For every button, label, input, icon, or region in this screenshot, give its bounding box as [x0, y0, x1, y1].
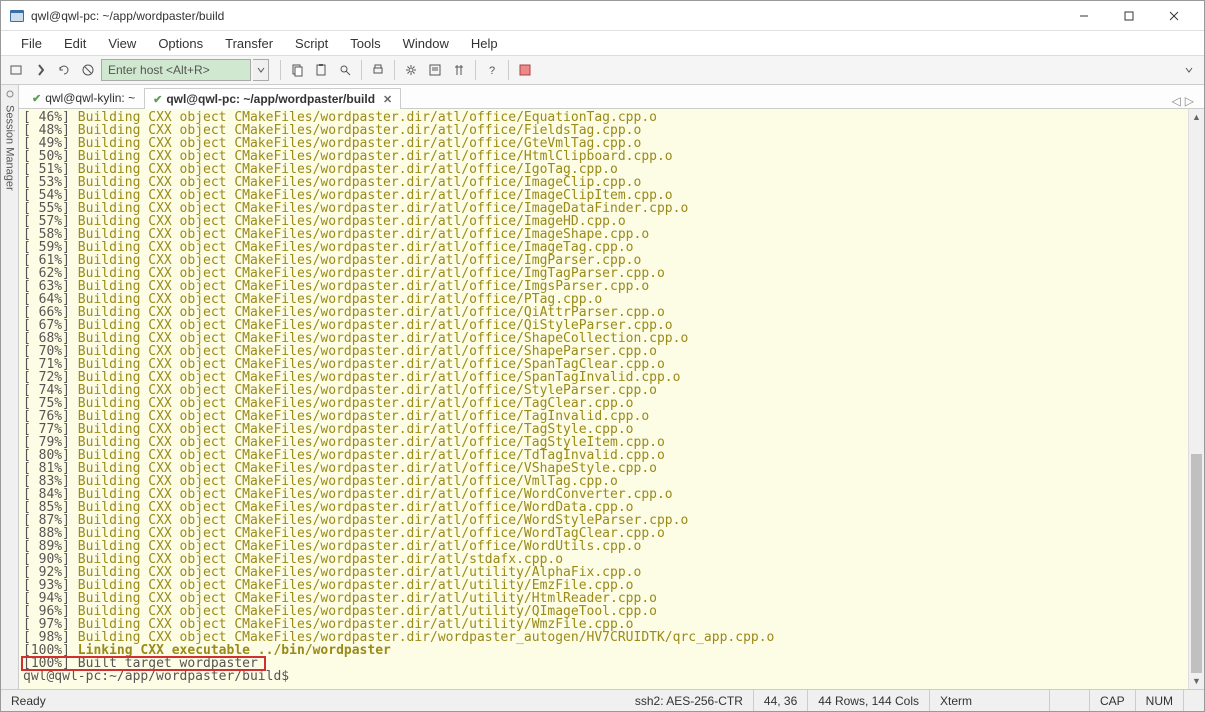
menu-view[interactable]: View: [98, 33, 146, 54]
tab-label: qwl@qwl-pc: ~/app/wordpaster/build: [166, 92, 375, 106]
tabbar: ✔ qwl@qwl-kylin: ~ ✔ qwl@qwl-pc: ~/app/w…: [19, 85, 1204, 109]
scrollbar[interactable]: ▲ ▼: [1188, 109, 1204, 689]
host-input[interactable]: Enter host <Alt+R>: [101, 59, 251, 81]
tab-session-1[interactable]: ✔ qwl@qwl-kylin: ~: [23, 87, 144, 108]
host-placeholder: Enter host <Alt+R>: [108, 63, 210, 77]
main-area: ✔ qwl@qwl-kylin: ~ ✔ qwl@qwl-pc: ~/app/w…: [19, 85, 1204, 689]
session-options-icon[interactable]: [424, 59, 446, 81]
terminal[interactable]: [ 46%] Building CXX object CMakeFiles/wo…: [19, 109, 1188, 689]
status-connection: ssh2: AES-256-CTR: [625, 690, 754, 711]
session-manager-sidebar[interactable]: Session Manager: [1, 85, 19, 689]
close-tab-icon[interactable]: ✕: [383, 93, 392, 106]
scroll-down-icon[interactable]: ▼: [1189, 673, 1204, 689]
host-dropdown-icon[interactable]: [253, 59, 269, 81]
menu-edit[interactable]: Edit: [54, 33, 96, 54]
status-cursor-pos: 44, 36: [754, 690, 808, 711]
app-icon: [9, 8, 25, 24]
menu-transfer[interactable]: Transfer: [215, 33, 283, 54]
copy-icon[interactable]: [286, 59, 308, 81]
body-area: Session Manager ✔ qwl@qwl-kylin: ~ ✔ qwl…: [1, 85, 1204, 689]
toolbar-separator: [280, 60, 281, 80]
terminal-prompt: qwl@qwl-pc:~/app/wordpaster/build$: [23, 670, 1182, 683]
toolbar: Enter host <Alt+R> ?: [1, 55, 1204, 85]
menu-tools[interactable]: Tools: [340, 33, 390, 54]
scroll-up-icon[interactable]: ▲: [1189, 109, 1204, 125]
check-icon: ✔: [153, 93, 162, 106]
check-icon: ✔: [32, 92, 41, 105]
quick-connect-icon[interactable]: [29, 59, 51, 81]
print-icon[interactable]: [367, 59, 389, 81]
resize-grip-icon[interactable]: [1184, 690, 1204, 711]
titlebar: qwl@qwl-pc: ~/app/wordpaster/build: [1, 1, 1204, 31]
menu-options[interactable]: Options: [148, 33, 213, 54]
close-button[interactable]: [1151, 2, 1196, 30]
help-icon[interactable]: ?: [481, 59, 503, 81]
fx-icon[interactable]: [514, 59, 536, 81]
menu-file[interactable]: File: [11, 33, 52, 54]
toolbar-separator: [508, 60, 509, 80]
tab-session-2[interactable]: ✔ qwl@qwl-pc: ~/app/wordpaster/build ✕: [144, 88, 401, 109]
maximize-button[interactable]: [1106, 2, 1151, 30]
tab-label: qwl@qwl-kylin: ~: [45, 91, 135, 105]
menu-script[interactable]: Script: [285, 33, 338, 54]
status-term: Xterm: [930, 690, 1050, 711]
svg-text:?: ?: [489, 65, 495, 77]
tab-prev-icon[interactable]: ◁: [1172, 94, 1181, 108]
tab-nav: ◁ ▷: [1172, 94, 1200, 108]
settings-icon[interactable]: [400, 59, 422, 81]
sidebar-label: Session Manager: [4, 99, 16, 197]
find-icon[interactable]: [334, 59, 356, 81]
status-size: 44 Rows, 144 Cols: [808, 690, 930, 711]
scroll-track[interactable]: [1189, 125, 1204, 673]
menu-help[interactable]: Help: [461, 33, 508, 54]
app-window: qwl@qwl-pc: ~/app/wordpaster/build File …: [0, 0, 1205, 712]
toolbar-separator: [394, 60, 395, 80]
script-icon[interactable]: [448, 59, 470, 81]
status-num: NUM: [1136, 690, 1184, 711]
window-title: qwl@qwl-pc: ~/app/wordpaster/build: [31, 9, 1061, 23]
status-blank: [1050, 690, 1090, 711]
statusbar: Ready ssh2: AES-256-CTR 44, 36 44 Rows, …: [1, 689, 1204, 711]
tab-next-icon[interactable]: ▷: [1185, 94, 1194, 108]
scroll-thumb[interactable]: [1191, 454, 1202, 673]
disconnect-icon[interactable]: [77, 59, 99, 81]
minimize-button[interactable]: [1061, 2, 1106, 30]
status-ready: Ready: [1, 690, 625, 711]
reconnect-icon[interactable]: [53, 59, 75, 81]
toolbar-separator: [361, 60, 362, 80]
toolbar-overflow-icon[interactable]: [1178, 59, 1200, 81]
paste-icon[interactable]: [310, 59, 332, 81]
toolbar-separator: [475, 60, 476, 80]
terminal-wrap: [ 46%] Building CXX object CMakeFiles/wo…: [19, 109, 1204, 689]
new-session-icon[interactable]: [5, 59, 27, 81]
pin-icon: [5, 89, 15, 99]
menubar: File Edit View Options Transfer Script T…: [1, 31, 1204, 55]
menu-window[interactable]: Window: [393, 33, 459, 54]
status-cap: CAP: [1090, 690, 1136, 711]
